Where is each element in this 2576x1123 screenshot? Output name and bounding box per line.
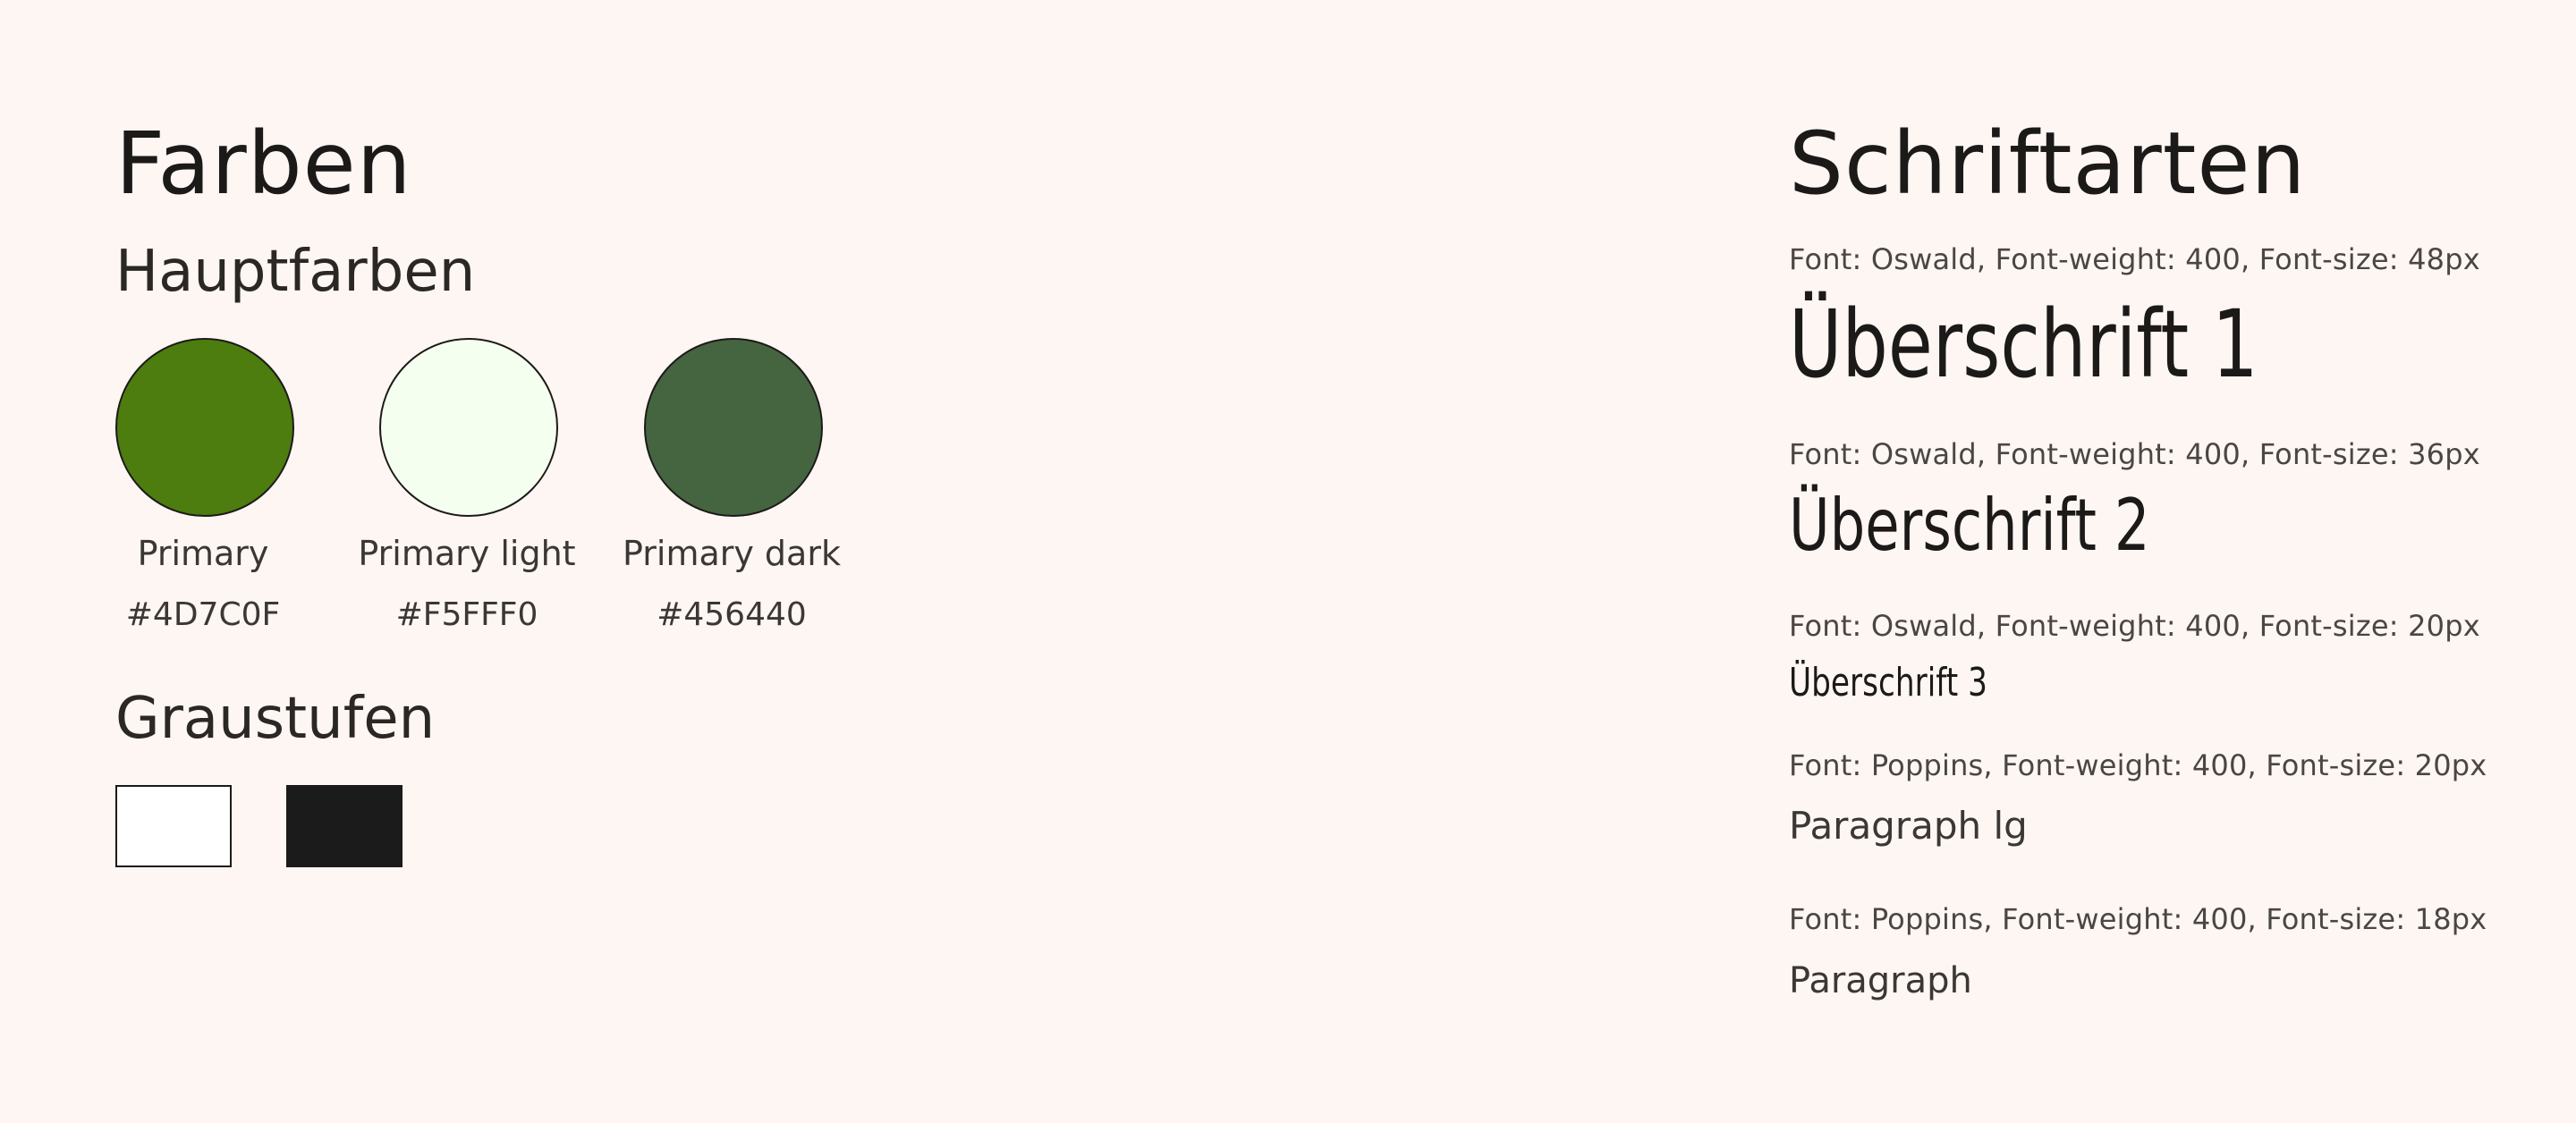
swatch-primary-dark-circle [644, 338, 823, 517]
swatch-primary-light-circle [379, 338, 558, 517]
grays-heading: Graustufen [115, 686, 436, 752]
gray-swatch-white [115, 785, 232, 867]
swatch-primary-light-name: Primary light [358, 534, 576, 573]
fonts-title: Schriftarten [1789, 114, 2307, 214]
swatch-primary-dark-name: Primary dark [623, 534, 841, 573]
swatch-primary-dark-hex: #456440 [657, 596, 807, 633]
font-sample-paragraph: Paragraph [1789, 960, 1972, 1001]
font-spec-heading-3: Font: Oswald, Font-weight: 400, Font-siz… [1789, 609, 2480, 643]
swatch-primary-name: Primary [137, 534, 269, 573]
font-sample-paragraph-lg: Paragraph lg [1789, 804, 2028, 848]
font-spec-paragraph-lg: Font: Poppins, Font-weight: 400, Font-si… [1789, 748, 2487, 782]
colors-title: Farben [115, 114, 412, 214]
font-spec-heading-2: Font: Oswald, Font-weight: 400, Font-siz… [1789, 437, 2480, 471]
gray-swatch-black [286, 785, 402, 867]
font-sample-heading-3: Überschrift 3 [1789, 660, 1987, 705]
font-sample-heading-1: Überschrift 1 [1789, 290, 2258, 399]
font-spec-paragraph: Font: Poppins, Font-weight: 400, Font-si… [1789, 902, 2487, 936]
font-sample-heading-2: Überschrift 2 [1789, 484, 2150, 567]
swatch-primary-hex: #4D7C0F [125, 596, 281, 633]
font-spec-heading-1: Font: Oswald, Font-weight: 400, Font-siz… [1789, 242, 2480, 276]
swatch-primary-light-hex: #F5FFF0 [395, 596, 538, 633]
swatch-primary-circle [115, 338, 294, 517]
main-colors-heading: Hauptfarben [115, 239, 476, 305]
